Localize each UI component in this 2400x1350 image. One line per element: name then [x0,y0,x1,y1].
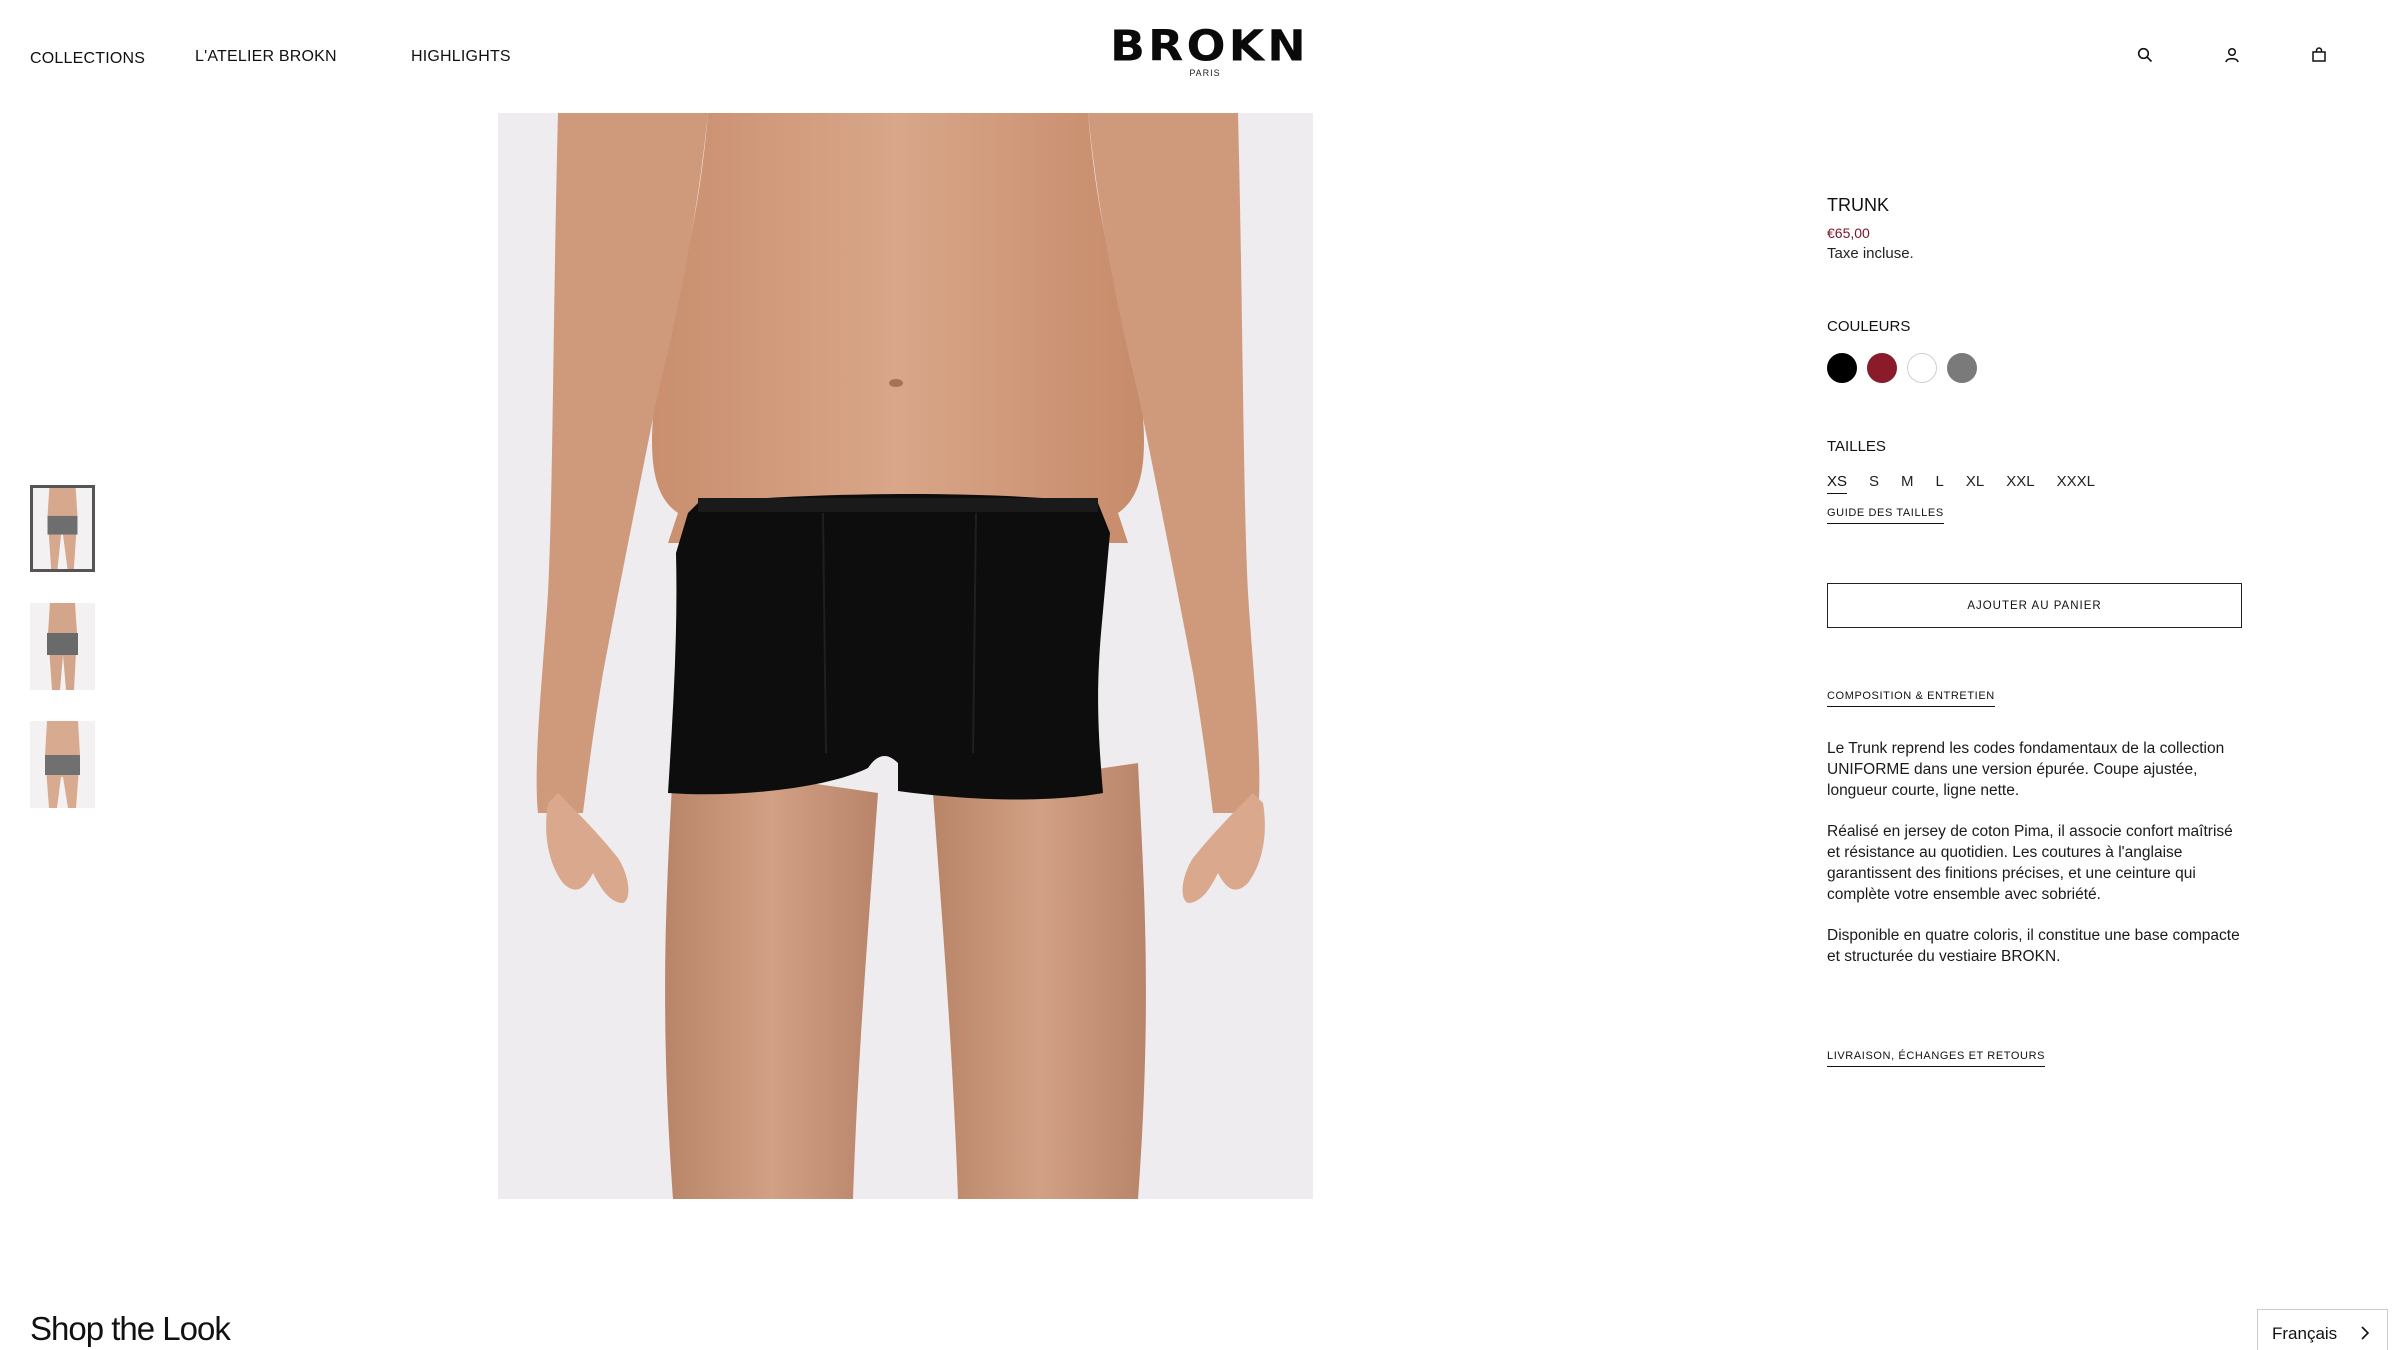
sizes-label: TAILLES [1827,438,1886,455]
main-product-image[interactable] [498,113,1313,1199]
size-guide-link[interactable]: GUIDE DES TAILLES [1827,507,1944,524]
product-title: TRUNK [1827,195,1889,215]
colors-label: COULEURS [1827,318,1911,335]
size-option-m[interactable]: M [1901,473,1914,494]
cart-icon[interactable] [2308,44,2330,66]
color-swatch-white[interactable] [1907,353,1937,383]
shop-the-look-heading: Shop the Look [30,1310,231,1347]
size-selector: XS S M L XL XXL XXXL [1827,473,2117,494]
size-option-xxl[interactable]: XXL [2006,473,2034,494]
gallery-thumbnail-3[interactable] [30,721,95,808]
color-swatch-burgundy[interactable] [1867,353,1897,383]
search-icon[interactable] [2134,44,2156,66]
model-wearing-trunk-illustration [498,113,1313,1199]
gallery-thumbnail-1[interactable] [30,485,95,572]
size-option-xs[interactable]: XS [1827,473,1848,494]
gallery-thumbnail-2[interactable] [30,603,95,690]
thumbnail-back-image [30,721,95,808]
size-option-s[interactable]: S [1869,473,1879,494]
composition-care-link[interactable]: COMPOSITION & ENTRETIEN [1827,690,1995,707]
language-label: Français [2272,1324,2338,1343]
color-swatch-black[interactable] [1827,353,1857,383]
description-paragraph-1: Le Trunk reprend les codes fondamentaux … [1827,740,2225,799]
nav-highlights[interactable]: HIGHLIGHTS [411,48,511,66]
shipping-returns-link[interactable]: LIVRAISON, ÉCHANGES ET RETOURS [1827,1050,2046,1067]
size-option-xxxl[interactable]: XXXL [2057,473,2095,494]
thumbnail-side-image [30,603,95,690]
logo-wordmark: BROKN [1110,21,1309,71]
product-description: Le Trunk reprend les codes fondamentaux … [1827,738,2247,987]
add-to-cart-button[interactable]: AJOUTER AU PANIER [1827,583,2242,628]
description-paragraph-2: Réalisé en jersey de coton Pima, il asso… [1827,823,2233,903]
size-option-xl[interactable]: XL [1966,473,1984,494]
description-paragraph-3: Disponible en quatre coloris, il constit… [1827,927,2240,965]
nav-atelier-brokn[interactable]: L'ATELIER BROKN [195,48,337,66]
product-price: €65,00 [1827,225,1870,241]
tax-note: Taxe incluse. [1827,245,1914,262]
site-header: COLLECTIONS L'ATELIER BROKN HIGHLIGHTS B… [0,0,2400,112]
size-option-l[interactable]: L [1936,473,1944,494]
color-swatches [1827,353,1977,383]
thumbnail-front-image [33,488,92,569]
language-selector[interactable]: Français [2257,1309,2388,1350]
color-swatch-grey[interactable] [1947,353,1977,383]
chevron-right-icon [2361,1326,2370,1340]
account-icon[interactable] [2221,44,2243,66]
brand-logo[interactable]: BROKN PARIS [1110,21,1309,78]
nav-collections[interactable]: COLLECTIONS [30,50,145,68]
